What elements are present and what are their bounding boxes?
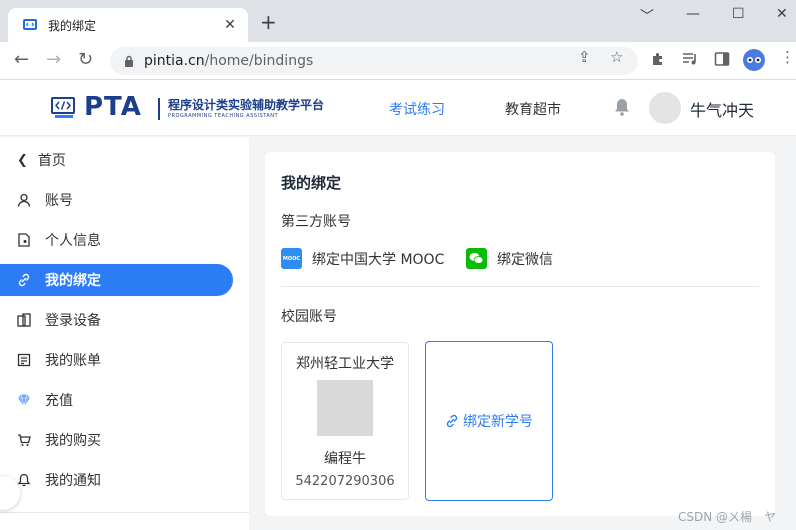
sidebar-item-label: 个人信息: [45, 233, 101, 249]
section-divider: [281, 286, 759, 287]
bindings-card: 我的绑定 第三方账号 MOOC 绑定中国大学 MOOC 绑定微信 校园账号 郑州…: [265, 152, 775, 516]
diamond-icon: [18, 394, 30, 407]
link-icon: [446, 414, 458, 428]
mooc-icon: MOOC: [281, 248, 302, 269]
maximize-button[interactable]: ☐: [732, 6, 745, 22]
cart-icon: [18, 434, 31, 446]
sidebar-item-recharge[interactable]: 充值: [0, 384, 233, 416]
sidebar-item-my-bindings[interactable]: 我的绑定: [0, 264, 233, 296]
reload-icon[interactable]: ↻: [78, 50, 93, 70]
user-avatar[interactable]: [649, 92, 681, 124]
new-tab-button[interactable]: +: [260, 12, 277, 32]
sidebar-item-personal-info[interactable]: 个人信息: [0, 224, 233, 256]
url-path: /home/bindings: [204, 53, 314, 69]
back-home-label: 首页: [37, 153, 66, 169]
sidebar-item-label: 我的通知: [45, 473, 101, 489]
watermark: CSDN @ㄨ楊 ヤ: [678, 510, 777, 524]
third-party-section-label: 第三方账号: [281, 214, 351, 230]
profile-icon: [18, 233, 30, 247]
close-window-button[interactable]: ✕: [776, 6, 788, 22]
device-icon: [17, 313, 31, 327]
sidebar-item-label: 登录设备: [45, 313, 101, 329]
wechat-bubbles-icon: [469, 253, 484, 264]
student-id: 542207290306: [295, 474, 395, 489]
sidebar-item-label: 我的购买: [45, 433, 101, 449]
browser-tab[interactable]: 我的绑定 ✕: [8, 8, 248, 42]
tab-close-icon[interactable]: ✕: [222, 17, 238, 33]
sidebar-divider: [0, 512, 249, 513]
sidebar-item-label: 我的绑定: [45, 273, 101, 289]
sidebar-item-my-purchases[interactable]: 我的购买: [0, 424, 233, 456]
bind-mooc-button[interactable]: MOOC 绑定中国大学 MOOC: [281, 248, 444, 269]
bookmark-star-icon[interactable]: ☆: [610, 48, 623, 66]
logo-divider: [158, 98, 160, 120]
logo-subtitle: 程序设计类实验辅助教学平台: [168, 98, 325, 112]
side-panel-icon[interactable]: [714, 51, 730, 67]
bell-icon: [17, 473, 31, 487]
chevron-left-icon: ❮: [17, 152, 28, 168]
nav-exam-practice[interactable]: 考试练习: [389, 99, 445, 119]
browser-menu-icon[interactable]: ⋮: [780, 48, 795, 66]
user-icon: [17, 193, 31, 207]
lock-icon: [125, 55, 133, 67]
bind-mooc-label: 绑定中国大学 MOOC: [312, 251, 445, 268]
sidebar-item-my-bills[interactable]: 我的账单: [0, 344, 233, 376]
school-name: 郑州轻工业大学: [296, 356, 394, 372]
school-logo-placeholder: [317, 380, 373, 436]
mooc-icon-text: MOOC: [282, 255, 301, 262]
back-arrow-icon[interactable]: ←: [14, 50, 29, 70]
campus-section-label: 校园账号: [281, 309, 337, 325]
url-host: pintia.cn: [144, 53, 205, 69]
url-bar[interactable]: pintia.cn/home/bindings: [110, 47, 638, 75]
profile-avatar-icon[interactable]: [742, 48, 766, 72]
sidebar-item-my-notifications[interactable]: 我的通知: [0, 464, 233, 496]
school-account-card[interactable]: 郑州轻工业大学 编程牛 542207290306: [281, 342, 409, 500]
bind-wechat-label: 绑定微信: [497, 251, 553, 268]
username[interactable]: 牛气冲天: [690, 97, 754, 121]
link-icon: [18, 273, 30, 287]
bind-wechat-button[interactable]: 绑定微信: [466, 248, 553, 269]
sidebar: ❮ 首页 账号 个人信息 我的绑定 登录设备 我的账单 充值 我的购买 我的通知: [0, 137, 249, 530]
bind-new-label: 绑定新学号: [463, 414, 533, 430]
minimize-button[interactable]: —: [686, 6, 700, 22]
sidebar-item-label: 充值: [45, 393, 73, 409]
sidebar-item-label: 账号: [45, 193, 73, 209]
sidebar-item-account[interactable]: 账号: [0, 184, 233, 216]
browser-tab-bar: 我的绑定 ✕ + ﹀ — ☐ ✕: [0, 0, 796, 42]
media-control-icon[interactable]: [682, 51, 700, 67]
school-username: 编程牛: [324, 451, 366, 467]
sidebar-back-home[interactable]: ❮ 首页: [17, 150, 66, 170]
page-title: 我的绑定: [281, 174, 342, 192]
nav-edu-market[interactable]: 教育超市: [505, 99, 561, 119]
wechat-icon: [466, 248, 487, 269]
forward-arrow-icon[interactable]: →: [46, 50, 61, 70]
bill-icon: [17, 353, 31, 367]
tab-title: 我的绑定: [48, 18, 97, 33]
pta-favicon-icon: [23, 19, 37, 30]
logo-text[interactable]: PTA: [84, 92, 142, 122]
extensions-puzzle-icon[interactable]: [650, 51, 666, 67]
tab-search-icon[interactable]: ﹀: [640, 6, 654, 26]
pta-logo-icon[interactable]: [50, 96, 78, 120]
bind-new-student-id-button[interactable]: 绑定新学号: [425, 341, 553, 501]
share-icon[interactable]: ⇪: [578, 48, 591, 66]
sidebar-item-login-devices[interactable]: 登录设备: [0, 304, 233, 336]
address-toolbar: ← → ↻ pintia.cn/home/bindings ⇪ ☆ ⋮: [0, 42, 796, 80]
site-header: PTA 程序设计类实验辅助教学平台 PROGRAMMING TEACHING A…: [0, 80, 796, 136]
logo-tagline: PROGRAMMING TEACHING ASSISTANT: [168, 113, 279, 119]
notification-bell-icon[interactable]: [612, 97, 632, 117]
sidebar-item-label: 我的账单: [45, 353, 101, 369]
